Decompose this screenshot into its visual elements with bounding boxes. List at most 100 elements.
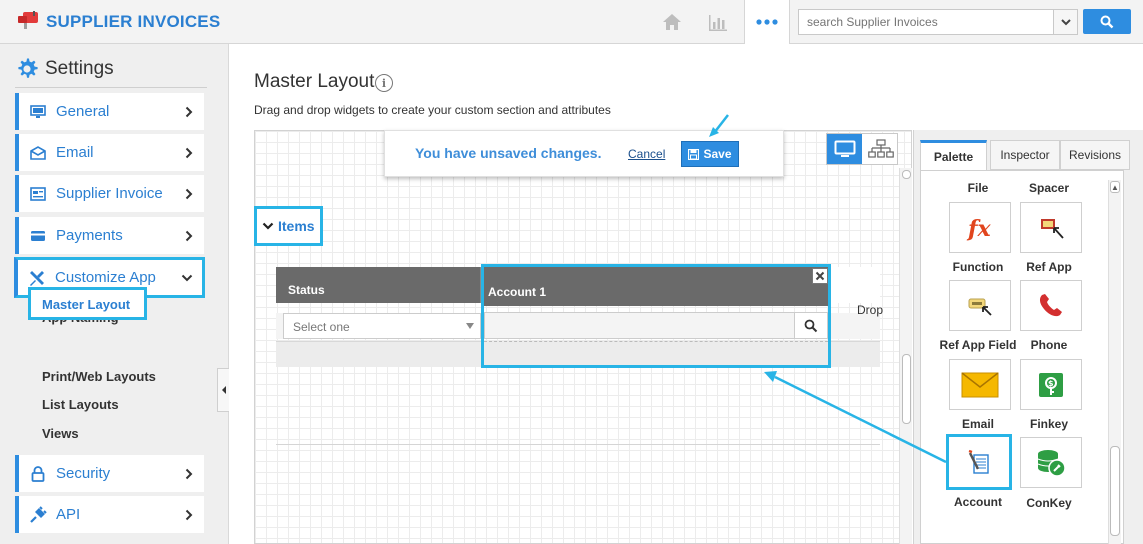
dropdown-arrow-icon [466,323,474,329]
chevron-down-icon [262,222,274,230]
widget-label: Account [954,495,1002,509]
tab-inspector[interactable]: Inspector [990,140,1060,170]
bar-chart-icon[interactable] [706,10,730,34]
account-field-widget[interactable]: Account 1 [481,264,831,368]
subnav-list-layouts[interactable]: List Layouts [42,397,119,412]
conkey-coins-icon[interactable] [1020,437,1082,488]
widget-label: Ref App [1026,260,1072,274]
scroll-up-button[interactable] [902,170,911,179]
chevron-right-icon [182,147,196,159]
tools-icon [28,269,46,287]
sidebar-item-payments[interactable]: Payments [15,217,204,254]
desktop-view-icon[interactable] [827,134,862,164]
divider [15,87,207,88]
column-header-drop [830,267,880,303]
scroll-thumb[interactable] [1110,446,1120,536]
sidebar-item-label: Customize App [55,269,156,286]
widget-label-spacer: Spacer [1028,181,1070,195]
gear-icon [18,58,38,78]
invoice-icon [29,185,47,203]
sidebar-item-label: Email [56,144,94,161]
unsaved-message: You have unsaved changes. [415,145,602,161]
sidebar-item-email[interactable]: Email [15,134,204,171]
more-icon[interactable] [744,0,790,44]
sidebar-item-general[interactable]: General [15,93,204,130]
chevron-right-icon [182,106,196,118]
column-header-account: Account 1 [488,285,547,299]
page-description: Drag and drop widgets to create your cus… [254,103,611,117]
page-title: Master Layout [254,71,375,92]
section-label: Items [278,218,315,234]
svg-text:$: $ [1048,379,1054,388]
floppy-disk-icon [688,148,700,160]
subnav-label: Master Layout [42,297,131,312]
truncated-column-label: Drop [857,303,884,317]
scroll-up-button[interactable]: ▲ [1110,181,1120,193]
subnav-print-web-layouts[interactable]: Print/Web Layouts [42,369,156,384]
chevron-left-icon [221,386,226,394]
column-header-status: Status [288,283,325,297]
sidebar-item-security[interactable]: Security [15,455,204,492]
function-fx-icon[interactable]: fx [949,202,1011,253]
email-envelope-icon[interactable] [949,359,1011,410]
mailbox-icon [18,11,38,29]
search-button[interactable] [1083,9,1131,34]
section-header-items[interactable]: Items [254,206,323,246]
sidebar-item-label: API [56,506,81,523]
status-select[interactable]: Select one [283,313,481,339]
chevron-right-icon [182,468,196,480]
chevron-right-icon [182,188,196,200]
widget-row [484,341,828,365]
search-icon[interactable] [794,313,827,338]
search-input[interactable] [807,14,1047,30]
account-ledger-icon[interactable] [946,434,1012,490]
widget-label: ConKey [1026,496,1072,510]
chevron-down-icon[interactable] [1053,10,1077,34]
save-label: Save [703,147,732,161]
scroll-thumb[interactable] [902,354,911,424]
hierarchy-view-icon[interactable] [863,134,898,164]
view-toggle [826,133,898,165]
widget-label: Function [952,260,1004,274]
phone-icon[interactable] [1020,280,1082,331]
subnav-views[interactable]: Views [42,426,79,441]
status-placeholder: Select one [293,320,350,334]
sidebar-collapse-toggle[interactable] [217,368,229,412]
widget-label: Phone [1030,338,1068,352]
sidebar-item-label: Supplier Invoice [56,185,163,202]
save-button[interactable]: Save [681,141,739,167]
canvas-scrollbar[interactable] [899,168,912,544]
settings-title: Settings [45,58,114,79]
ref-app-field-icon[interactable] [949,280,1011,331]
finkey-icon[interactable]: $ [1020,359,1082,410]
unsaved-changes-bar: You have unsaved changes. Cancel Save [384,130,784,177]
top-bar: SUPPLIER INVOICES [0,0,1143,44]
info-icon[interactable]: i [375,74,393,92]
sidebar-item-supplier-invoice[interactable]: Supplier Invoice [15,175,204,212]
palette-scrollbar[interactable]: ▲ [1108,180,1121,544]
divider [276,444,880,445]
search-field[interactable] [798,9,1078,35]
envelope-icon [29,144,47,162]
settings-heading: Settings [15,57,114,81]
tab-palette[interactable]: Palette [920,140,987,170]
monitor-icon [29,103,47,121]
app-title[interactable]: SUPPLIER INVOICES [46,12,220,32]
chevron-down-icon [180,274,194,282]
sidebar-item-label: General [56,103,110,120]
sidebar-item-api[interactable]: API [15,496,204,533]
cancel-link[interactable]: Cancel [628,147,665,161]
tab-revisions[interactable]: Revisions [1060,140,1130,170]
home-icon[interactable] [660,10,684,34]
panel-tabs: Palette Inspector Revisions [920,140,1140,170]
credit-card-icon [29,227,47,245]
svg-text:fx: fx [966,216,991,241]
lock-icon [29,465,47,483]
chevron-right-icon [182,509,196,521]
close-icon[interactable] [812,268,828,284]
plug-icon [29,505,47,524]
sidebar-item-label: Payments [56,227,123,244]
subnav-master-layout[interactable]: Master Layout [28,287,147,320]
ref-app-icon[interactable] [1020,202,1082,253]
account-lookup-input[interactable] [484,312,828,339]
